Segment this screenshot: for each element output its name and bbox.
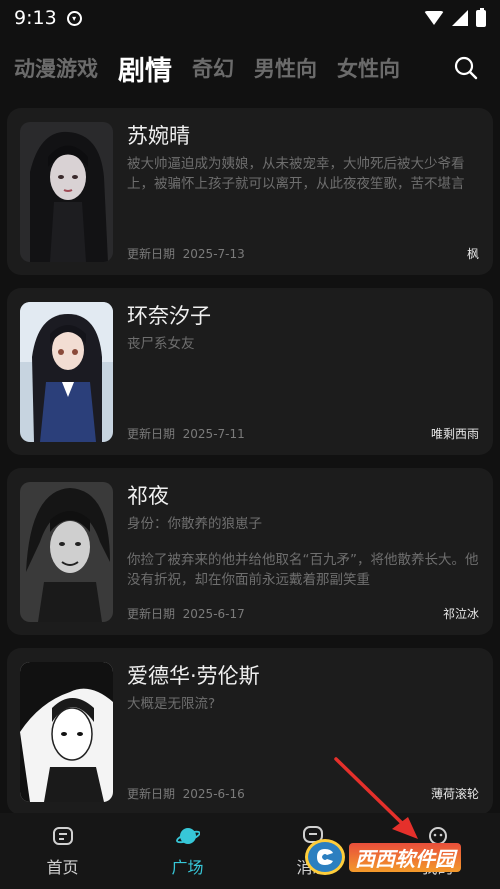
character-name: 环奈汐子 <box>127 304 211 328</box>
tab-female-oriented[interactable]: 女性向 <box>337 53 400 83</box>
nav-plaza-label: 广场 <box>171 858 204 877</box>
character-cover-image <box>20 662 113 802</box>
search-icon[interactable] <box>454 56 478 80</box>
author-name: 唯剩西雨 <box>430 427 479 441</box>
tab-story[interactable]: 剧情 <box>118 49 172 88</box>
status-time: 9:13 <box>14 7 57 29</box>
character-description: 你捡了被弃来的他并给他取名“百九矛”，将他散养长大。他没有折祝，却在你面前永远戴… <box>127 552 479 588</box>
author-name: 祁泣冰 <box>442 607 479 621</box>
signal-icon <box>452 10 468 26</box>
tab-fantasy[interactable]: 奇幻 <box>192 53 234 83</box>
character-name: 祁夜 <box>127 484 169 508</box>
tab-anime-games[interactable]: 动漫游戏 <box>14 53 98 83</box>
battery-icon <box>476 7 486 27</box>
update-date: 更新日期 2025-6-16 <box>127 787 245 801</box>
nav-home-label: 首页 <box>46 858 79 877</box>
character-cover-image <box>20 302 113 442</box>
update-date: 更新日期 2025-7-11 <box>127 427 245 441</box>
tab-male-oriented[interactable]: 男性向 <box>254 53 317 83</box>
character-identity: 身份：你散养的狼崽子 <box>127 516 262 532</box>
author-name: 薄荷滚轮 <box>430 787 479 801</box>
annotation-arrow-icon <box>334 757 418 839</box>
watermark: 西西软件园 <box>305 838 485 876</box>
update-date: 更新日期 2025-7-13 <box>127 247 245 261</box>
author-name: 枫 <box>466 247 479 261</box>
nav-plaza[interactable]: 广场 <box>125 813 250 889</box>
home-icon <box>52 827 73 845</box>
nav-home[interactable]: 首页 <box>0 813 125 889</box>
update-date: 更新日期 2025-6-17 <box>127 607 245 621</box>
status-icons <box>424 7 486 27</box>
category-tabs: 动漫游戏 剧情 奇幻 男性向 女性向 <box>0 40 500 96</box>
character-cover-image <box>20 122 113 262</box>
watermark-logo-icon <box>305 839 345 875</box>
character-name: 苏婉晴 <box>127 124 190 148</box>
character-card[interactable]: 祁夜 身份：你散养的狼崽子 你捡了被弃来的他并给他取名“百九矛”，将他散养长大。… <box>7 468 493 635</box>
character-card[interactable]: 苏婉晴 被大帅逼迫成为姨娘，从未被宠幸，大帅死后被大少爷看上，被骗怀上孩子就可以… <box>7 108 493 275</box>
character-description: 大概是无限流? <box>127 696 216 712</box>
character-card[interactable]: 环奈汐子 丧尸系女友 更新日期 2025-7-11 唯剩西雨 <box>7 288 493 455</box>
shield-icon: ▾ <box>66 10 82 26</box>
wifi-icon <box>424 11 444 25</box>
character-description: 丧尸系女友 <box>127 336 195 352</box>
character-description: 被大帅逼迫成为姨娘，从未被宠幸，大帅死后被大少爷看上，被骗怀上孩子就可以离开，从… <box>127 156 465 192</box>
planet-icon <box>175 828 200 844</box>
watermark-text: 西西软件园 <box>349 842 461 872</box>
status-bar: 9:13 ▾ <box>0 0 500 36</box>
character-cover-image <box>20 482 113 622</box>
character-name: 爱德华·劳伦斯 <box>127 664 260 688</box>
